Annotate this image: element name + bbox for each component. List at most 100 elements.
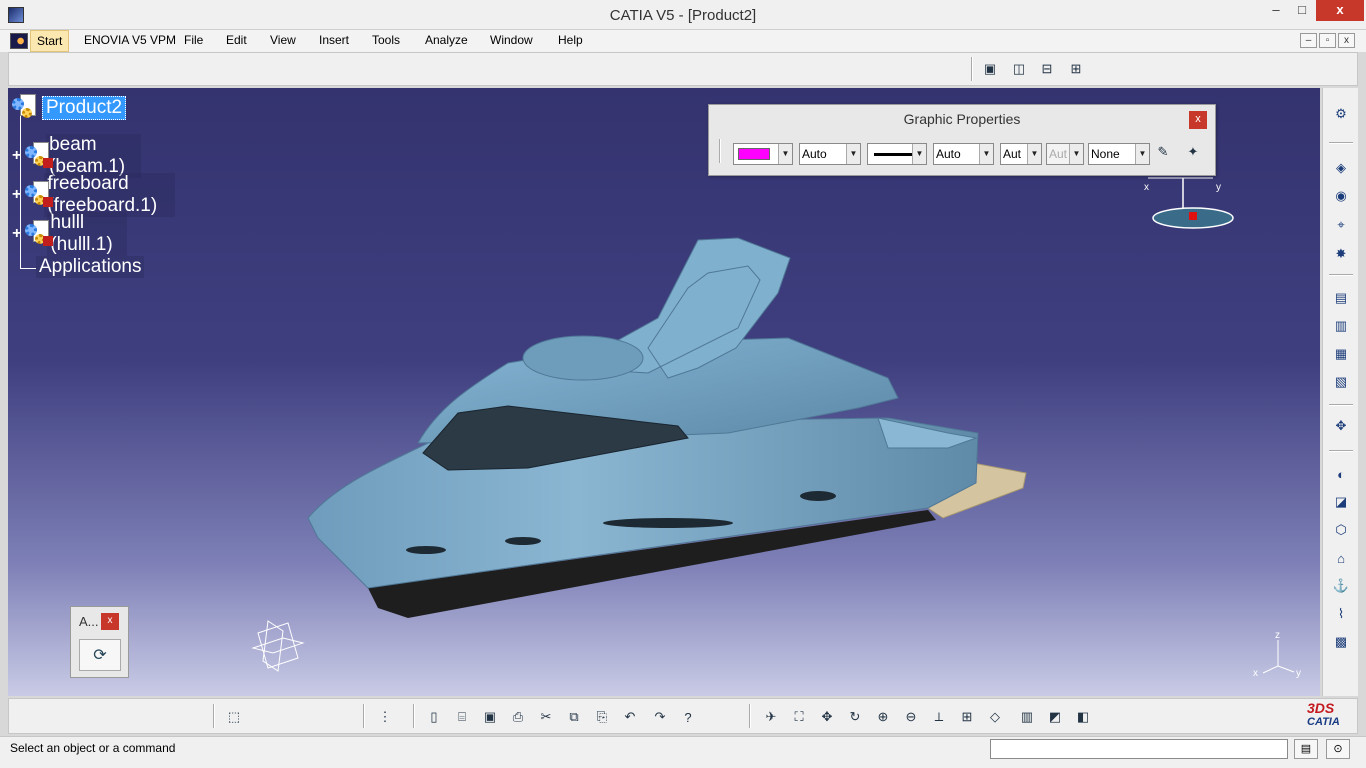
new-file-icon[interactable]: ▯: [424, 707, 444, 727]
tree-node-freeboard[interactable]: + freeboard (freeboard.1): [12, 173, 175, 217]
iso-view-icon[interactable]: ◇: [985, 707, 1005, 727]
zoom-out-icon[interactable]: ⊖: [901, 707, 921, 727]
help-icon[interactable]: ?: [678, 707, 698, 727]
tree-label-hulll[interactable]: hulll (hulll.1): [47, 212, 128, 256]
constraint-contact-icon[interactable]: ▥: [1331, 316, 1351, 336]
graphic-properties-close-button[interactable]: x: [1189, 111, 1207, 129]
paste-icon[interactable]: ⎘: [592, 707, 612, 727]
toolbar-grip[interactable]: [363, 704, 365, 728]
menu-window[interactable]: Window: [490, 33, 533, 47]
command-input[interactable]: [990, 739, 1288, 759]
menu-insert[interactable]: Insert: [319, 33, 349, 47]
paint-brush-icon[interactable]: ✎: [1153, 142, 1173, 162]
tree-label-applications[interactable]: Applications: [36, 256, 145, 278]
copy-icon[interactable]: ⧉: [564, 707, 584, 727]
pan-icon[interactable]: ✥: [817, 707, 837, 727]
menu-enovia[interactable]: ENOVIA V5 VPM: [84, 33, 176, 47]
multi-instance-icon[interactable]: ✸: [1331, 244, 1351, 264]
doc-minimize-button[interactable]: –: [1300, 33, 1317, 48]
multi-view-icon[interactable]: ⊞: [957, 707, 977, 727]
boat-model[interactable]: [8, 88, 1320, 696]
compass-widget[interactable]: x y: [1138, 168, 1238, 248]
part-node-icon: [25, 181, 54, 209]
constraint-coincidence-icon[interactable]: ▤: [1331, 288, 1351, 308]
transparency-select[interactable]: Auto ▼: [799, 143, 861, 165]
mini-toolbar-close-button[interactable]: x: [101, 613, 119, 630]
constraint-offset-icon[interactable]: ▦: [1331, 344, 1351, 364]
tree-root-node[interactable]: Product2: [12, 94, 127, 122]
tree-root-label[interactable]: Product2: [42, 96, 127, 120]
expand-icon[interactable]: +: [12, 225, 21, 241]
product-icon[interactable]: ▣: [980, 59, 1000, 79]
eraser-icon[interactable]: ⬚: [224, 707, 244, 727]
tree-edit-icon[interactable]: ⊞: [1066, 59, 1086, 79]
expand-icon[interactable]: +: [12, 186, 21, 202]
distance-icon[interactable]: ⬡: [1331, 520, 1351, 540]
measure-between-icon[interactable]: ⌂: [1331, 548, 1351, 568]
open-folder-icon[interactable]: ⌸: [452, 707, 472, 727]
tree-node-beam[interactable]: + beam (beam.1): [12, 134, 142, 178]
maximize-button[interactable]: □: [1288, 0, 1316, 21]
hide-show-icon[interactable]: ◩: [1045, 707, 1065, 727]
layer-select[interactable]: None ▼: [1088, 143, 1150, 165]
shading-icon[interactable]: ▥: [1017, 707, 1037, 727]
measure-inertia-icon[interactable]: ⌇: [1331, 604, 1351, 624]
undo-icon[interactable]: ↶: [620, 707, 640, 727]
redo-icon[interactable]: ↷: [650, 707, 670, 727]
toolbar-grip[interactable]: [719, 139, 721, 163]
grid-select-icon[interactable]: ⋮: [375, 707, 395, 727]
constraint-angle-icon[interactable]: ▧: [1331, 372, 1351, 392]
doc-close-button[interactable]: x: [1338, 33, 1355, 48]
menu-start[interactable]: Start: [30, 30, 70, 52]
line-type-select[interactable]: ▼: [867, 143, 927, 165]
menu-edit[interactable]: Edit: [226, 33, 247, 47]
command-list-icon[interactable]: ▤: [1294, 739, 1318, 759]
doc-restore-button[interactable]: ▫: [1319, 33, 1336, 48]
expand-icon[interactable]: +: [12, 147, 21, 163]
toolbar-grip[interactable]: [749, 704, 751, 728]
manipulate-icon[interactable]: ✥: [1331, 416, 1351, 436]
normal-view-icon[interactable]: ⟂: [929, 707, 949, 727]
toolbar-grip[interactable]: [213, 704, 215, 728]
tree-node-hulll[interactable]: + hulll (hulll.1): [12, 212, 128, 256]
menu-view[interactable]: View: [270, 33, 296, 47]
menu-help[interactable]: Help: [558, 33, 583, 47]
fill-color-select[interactable]: ▼: [733, 143, 793, 165]
replace-component-icon[interactable]: ⌖: [1331, 215, 1351, 235]
update-icon[interactable]: ⟳: [79, 639, 121, 671]
point-symbol-select[interactable]: Aut ▼: [1000, 143, 1042, 165]
tree-node-applications[interactable]: Applications: [36, 256, 145, 278]
catalog-icon[interactable]: ▩: [1331, 632, 1351, 652]
tree-structure-icon[interactable]: ⊟: [1037, 59, 1057, 79]
fly-mode-icon[interactable]: ✈: [761, 707, 781, 727]
line-thickness-select[interactable]: Auto ▼: [933, 143, 994, 165]
clash-icon[interactable]: ◐: [1331, 464, 1351, 484]
menu-analyze[interactable]: Analyze: [425, 33, 468, 47]
minimize-button[interactable]: –: [1262, 0, 1290, 21]
toolbar-grip[interactable]: [413, 704, 415, 728]
tree-label-beam[interactable]: beam (beam.1): [46, 134, 142, 178]
new-product-icon[interactable]: ◉: [1331, 186, 1351, 206]
existing-component-icon[interactable]: ◈: [1331, 158, 1351, 178]
swap-space-icon[interactable]: ◧: [1073, 707, 1093, 727]
bottom-toolbar: ⬚ ⋮ ▯ ⌸ ▣ ⎙ ✂ ⧉ ⎘ ↶ ↷ ? ✈ ⛶ ✥ ↻ ⊕ ⊖ ⟂ ⊞ …: [8, 698, 1358, 734]
toolbar-grip[interactable]: [971, 57, 973, 81]
component-icon[interactable]: ◫: [1009, 59, 1029, 79]
3d-viewport[interactable]: Product2 + beam (beam.1) + freeboard (fr…: [8, 88, 1320, 696]
rotate-icon[interactable]: ↻: [845, 707, 865, 727]
save-icon[interactable]: ▣: [480, 707, 500, 727]
close-button[interactable]: x: [1316, 0, 1364, 21]
gear-icon[interactable]: ⚙: [1331, 104, 1351, 124]
fit-all-icon[interactable]: ⛶: [789, 707, 809, 727]
section-icon[interactable]: ◪: [1331, 492, 1351, 512]
search-icon[interactable]: ⊙: [1326, 739, 1350, 759]
zoom-in-icon[interactable]: ⊕: [873, 707, 893, 727]
print-icon[interactable]: ⎙: [508, 707, 528, 727]
copy-format-icon[interactable]: ✦: [1183, 142, 1203, 162]
catia-menu-icon[interactable]: [10, 33, 28, 49]
menu-tools[interactable]: Tools: [372, 33, 400, 47]
measure-item-icon[interactable]: ⚓: [1331, 576, 1351, 596]
tree-label-freeboard[interactable]: freeboard (freeboard.1): [44, 173, 175, 217]
menu-file[interactable]: File: [184, 33, 203, 47]
cut-icon[interactable]: ✂: [536, 707, 556, 727]
